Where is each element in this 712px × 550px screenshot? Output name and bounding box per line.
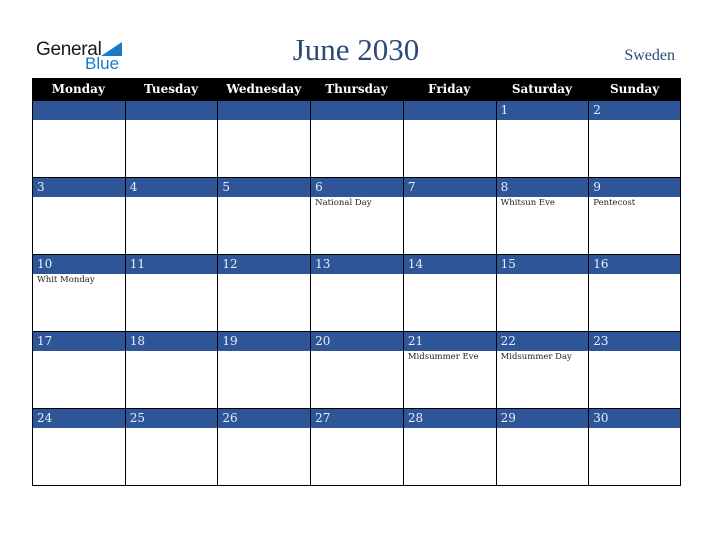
day-cell bbox=[402, 101, 496, 177]
day-cell: 26 bbox=[217, 409, 311, 485]
day-cell: 18 bbox=[124, 332, 218, 408]
day-cell: 3 bbox=[32, 178, 125, 254]
day-number: 22 bbox=[496, 332, 589, 351]
weekday-thursday: Thursday bbox=[325, 82, 388, 96]
day-cell: 25 bbox=[124, 409, 218, 485]
weekday-saturday: Saturday bbox=[511, 82, 572, 96]
day-cell: 23 bbox=[588, 332, 681, 408]
day-number: 2 bbox=[589, 101, 680, 120]
week-row: 3 4 5 6 National Day 7 8 Whitsun Eve 9 Pentecost bbox=[32, 178, 681, 255]
day-number: 20 bbox=[311, 332, 403, 351]
day-cell: 10 Whit Monday bbox=[32, 255, 125, 331]
day-cell: 30 bbox=[588, 409, 681, 485]
day-number: 29 bbox=[496, 409, 589, 428]
day-cell: 11 bbox=[124, 255, 218, 331]
day-cell: 28 bbox=[402, 409, 496, 485]
day-cell: 19 bbox=[217, 332, 311, 408]
day-cell: 5 bbox=[217, 178, 311, 254]
day-number: 25 bbox=[125, 409, 218, 428]
weekday-monday: Monday bbox=[51, 82, 105, 96]
day-number bbox=[311, 101, 403, 120]
day-number: 7 bbox=[403, 178, 496, 197]
calendar-grid: Monday Tuesday Wednesday Thursday Friday… bbox=[32, 78, 681, 486]
day-number bbox=[125, 101, 218, 120]
weekday-header-row: Monday Tuesday Wednesday Thursday Friday… bbox=[32, 78, 681, 101]
day-number: 26 bbox=[218, 409, 311, 428]
holiday-label: Midsummer Day bbox=[500, 352, 572, 362]
holiday-label: Pentecost bbox=[593, 198, 636, 208]
day-cell: 17 bbox=[32, 332, 125, 408]
day-number: 14 bbox=[403, 255, 496, 274]
day-cell: 1 bbox=[495, 101, 589, 177]
day-number bbox=[218, 101, 311, 120]
day-cell: 21 Midsummer Eve bbox=[402, 332, 496, 408]
day-number bbox=[403, 101, 496, 120]
day-number: 16 bbox=[589, 255, 680, 274]
day-cell: 29 bbox=[495, 409, 589, 485]
day-number: 11 bbox=[125, 255, 218, 274]
weekday-sunday: Sunday bbox=[610, 82, 660, 96]
week-row: 10 Whit Monday 11 12 13 14 15 16 bbox=[32, 255, 681, 332]
day-cell bbox=[32, 101, 125, 177]
weekday-tuesday: Tuesday bbox=[144, 82, 199, 96]
day-number: 13 bbox=[311, 255, 403, 274]
day-cell: 4 bbox=[124, 178, 218, 254]
day-number: 27 bbox=[311, 409, 403, 428]
day-cell: 14 bbox=[402, 255, 496, 331]
day-number: 24 bbox=[33, 409, 125, 428]
day-cell: 7 bbox=[402, 178, 496, 254]
week-row: 12 bbox=[32, 101, 681, 178]
holiday-label: Whit Monday bbox=[37, 275, 95, 285]
calendar-title: June 2030 bbox=[292, 32, 420, 67]
day-number: 6 bbox=[311, 178, 403, 197]
week-row: 24 25 26 27 28 29 30 bbox=[32, 409, 681, 486]
day-cell bbox=[217, 101, 311, 177]
day-number: 4 bbox=[125, 178, 218, 197]
day-cell bbox=[124, 101, 218, 177]
day-cell: 22 Midsummer Day bbox=[495, 332, 589, 408]
day-cell: 20 bbox=[310, 332, 403, 408]
day-cell: 2 bbox=[588, 101, 681, 177]
weekday-friday: Friday bbox=[428, 82, 471, 96]
day-cell: 8 Whitsun Eve bbox=[495, 178, 589, 254]
day-cell: 6 National Day bbox=[310, 178, 403, 254]
day-number: 3 bbox=[33, 178, 125, 197]
day-number: 15 bbox=[496, 255, 589, 274]
weekday-wednesday: Wednesday bbox=[226, 82, 302, 96]
day-number: 10 bbox=[33, 255, 125, 274]
holiday-label: Whitsun Eve bbox=[500, 198, 555, 208]
country-label: Sweden bbox=[624, 47, 675, 64]
day-cell: 27 bbox=[310, 409, 403, 485]
day-number: 30 bbox=[589, 409, 680, 428]
day-number: 8 bbox=[496, 178, 589, 197]
holiday-label: National Day bbox=[315, 198, 372, 208]
day-cell: 24 bbox=[32, 409, 125, 485]
weeks-container: 1 2 3 4 5 6 National Day 7 8 Whitsun Eve 9 Pentecos… bbox=[32, 101, 681, 486]
day-cell: 16 bbox=[588, 255, 681, 331]
day-cell: 12 bbox=[217, 255, 311, 331]
day-number: 5 bbox=[218, 178, 311, 197]
day-cell: 15 bbox=[495, 255, 589, 331]
day-cell: 13 bbox=[310, 255, 403, 331]
day-number: 21 bbox=[403, 332, 496, 351]
day-number: 23 bbox=[589, 332, 680, 351]
day-number: 9 bbox=[589, 178, 680, 197]
day-cell: 9 Pentecost bbox=[588, 178, 681, 254]
day-number: 17 bbox=[33, 332, 125, 351]
day-cell bbox=[310, 101, 403, 177]
day-number: 18 bbox=[125, 332, 218, 351]
week-row: 17 18 19 20 21 Midsummer Eve 22 Midsummer Day 23 bbox=[32, 332, 681, 409]
holiday-label: Midsummer Eve bbox=[407, 352, 479, 362]
day-number: 1 bbox=[496, 101, 589, 120]
day-number bbox=[33, 101, 125, 120]
day-number: 28 bbox=[403, 409, 496, 428]
day-number: 12 bbox=[218, 255, 311, 274]
day-number: 19 bbox=[218, 332, 311, 351]
